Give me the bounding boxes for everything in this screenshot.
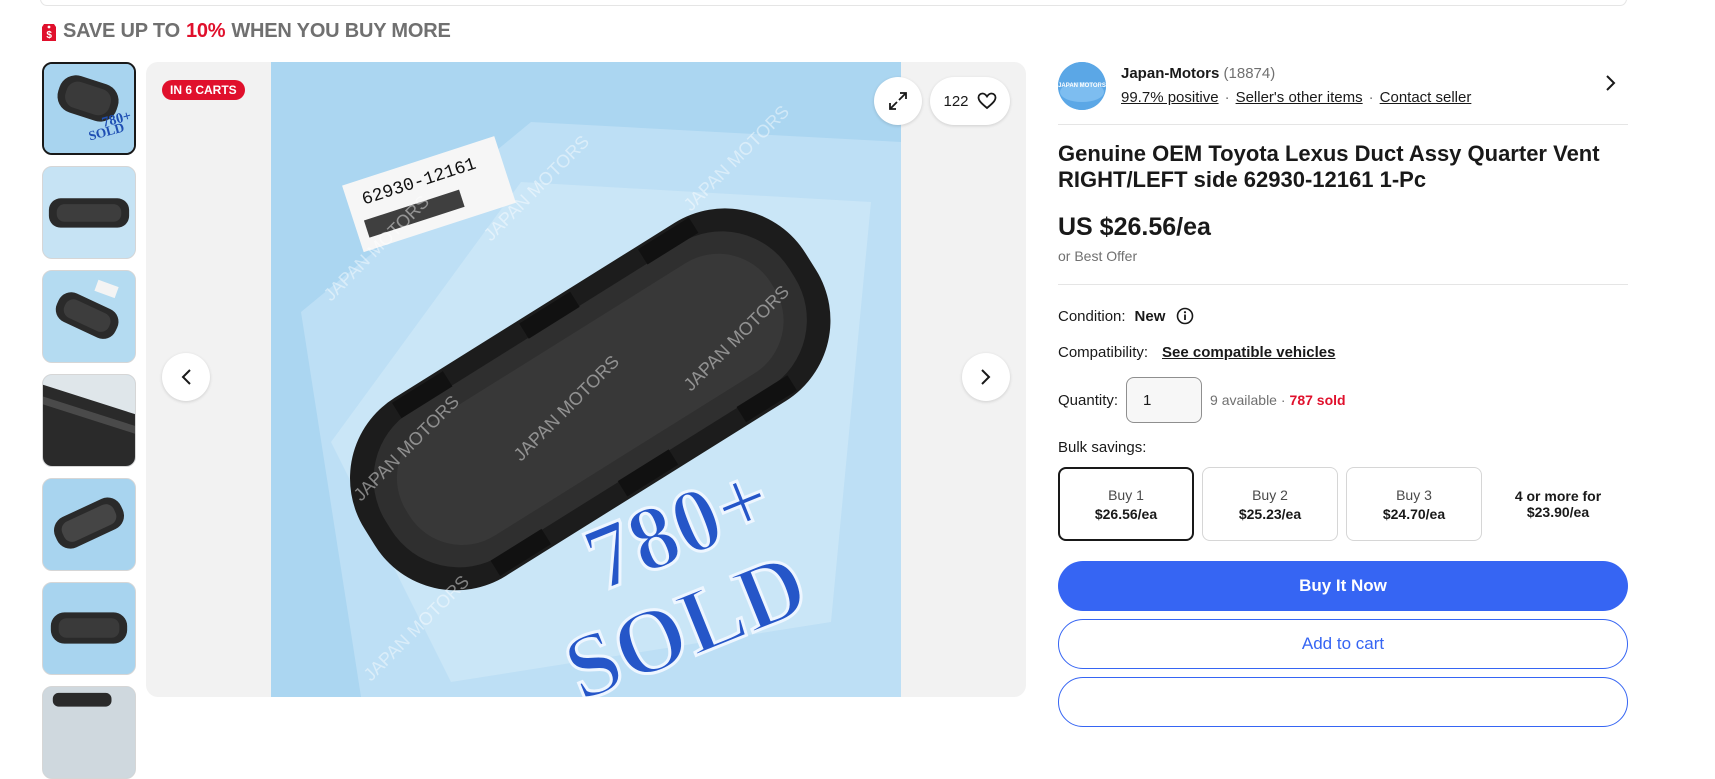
item-title: Genuine OEM Toyota Lexus Duct Assy Quart… (1058, 141, 1600, 192)
chevron-right-icon (981, 369, 991, 385)
best-offer-text: or Best Offer (1058, 248, 1138, 264)
watch-count: 122 (943, 92, 969, 110)
condition-label: Condition: (1058, 307, 1126, 325)
product-photo[interactable]: 62930-12161 JAPAN MOTORS JAPAN MOTORS JA… (271, 62, 901, 697)
bulk-more-line2: $23.90/ea (1526, 504, 1590, 520)
separator-dot: · (1368, 89, 1374, 106)
quantity-row: Quantity: 9 available · 787 sold (1058, 377, 1628, 423)
promo-banner: $ SAVE UP TO 10% WHEN YOU BUY MORE (41, 20, 451, 43)
seller-other-items-link[interactable]: Seller's other items (1236, 89, 1363, 106)
price-tag-icon: $ (42, 23, 56, 41)
thumbnail-7[interactable] (42, 686, 136, 779)
buy-it-now-button[interactable]: Buy It Now (1058, 561, 1628, 611)
separator-dot: · (1224, 89, 1230, 106)
condition-row: Condition: New (1058, 307, 1628, 325)
next-image-button[interactable] (962, 353, 1010, 401)
info-icon[interactable] (1176, 307, 1194, 325)
expand-button[interactable] (874, 77, 922, 125)
promo-suffix: WHEN YOU BUY MORE (231, 20, 451, 42)
seller-feedback-count: (18874) (1223, 65, 1276, 82)
watch-button[interactable]: 122 (930, 77, 1010, 125)
bulk-savings-options: Buy 1 $26.56/ea Buy 2 $25.23/ea Buy 3 $2… (1058, 467, 1628, 541)
quantity-sold: 787 sold (1289, 392, 1346, 408)
bulk-option-label: Buy 2 (1252, 486, 1288, 503)
chevron-left-icon (181, 369, 191, 385)
thumbnail-4[interactable] (42, 374, 136, 467)
promo-percent: 10% (185, 20, 226, 42)
svg-text:$: $ (46, 30, 52, 41)
bulk-option-label: Buy 1 (1108, 486, 1144, 503)
previous-image-button[interactable] (162, 353, 210, 401)
chevron-right-icon[interactable] (1604, 74, 1616, 92)
svg-text:JAPAN MOTORS: JAPAN MOTORS (1058, 83, 1106, 89)
bulk-savings-label: Bulk savings: (1058, 439, 1147, 456)
bulk-option-price: $24.70/ea (1382, 505, 1446, 522)
seller-avatar[interactable]: JAPAN MOTORS (1058, 62, 1106, 110)
compatibility-label: Compatibility: (1058, 344, 1149, 361)
seller-links: 99.7% positive · Seller's other items · … (1121, 89, 1471, 106)
seller-name[interactable]: Japan-Motors (18874) (1121, 65, 1275, 82)
add-to-cart-button[interactable]: Add to cart (1058, 619, 1628, 669)
thumbnail-3[interactable] (42, 270, 136, 363)
compatible-vehicles-link[interactable]: See compatible vehicles (1162, 344, 1335, 361)
bulk-option-buy-3[interactable]: Buy 3 $24.70/ea (1346, 467, 1482, 541)
thumbnail-5[interactable] (42, 478, 136, 571)
in-carts-badge: IN 6 CARTS (162, 80, 245, 100)
bulk-option-price: $26.56/ea (1094, 505, 1158, 522)
thumbnail-1[interactable]: 780+ SOLD (42, 62, 136, 155)
item-price: US $26.56/ea (1058, 213, 1211, 241)
make-offer-button[interactable] (1058, 677, 1628, 727)
promo-prefix: SAVE UP TO (63, 20, 180, 42)
condition-value: New (1134, 307, 1166, 325)
divider (1058, 284, 1628, 285)
thumbnail-2[interactable] (42, 166, 136, 259)
top-card-edge (40, 0, 1627, 6)
expand-icon (889, 92, 907, 110)
quantity-available: 9 available · (1210, 392, 1286, 408)
quantity-label: Quantity: (1058, 391, 1119, 409)
bulk-option-buy-1[interactable]: Buy 1 $26.56/ea (1058, 467, 1194, 541)
image-gallery: 62930-12161 JAPAN MOTORS JAPAN MOTORS JA… (146, 62, 1026, 697)
compatibility-row: Compatibility: See compatible vehicles (1058, 344, 1628, 361)
bulk-option-4-or-more[interactable]: 4 or more for $23.90/ea (1490, 467, 1626, 541)
bulk-more-line1: 4 or more for (1514, 488, 1602, 504)
thumbnail-6[interactable] (42, 582, 136, 675)
seller-positive-link[interactable]: 99.7% positive (1121, 89, 1219, 106)
item-details: JAPAN MOTORS Japan-Motors (18874) 99.7% … (1058, 62, 1628, 727)
contact-seller-link[interactable]: Contact seller (1380, 89, 1472, 106)
bulk-option-buy-2[interactable]: Buy 2 $25.23/ea (1202, 467, 1338, 541)
bulk-option-label: Buy 3 (1396, 486, 1432, 503)
quantity-input[interactable] (1126, 377, 1203, 423)
seller-card: JAPAN MOTORS Japan-Motors (18874) 99.7% … (1058, 62, 1628, 125)
bulk-option-price: $25.23/ea (1238, 505, 1302, 522)
heart-icon (977, 92, 996, 110)
